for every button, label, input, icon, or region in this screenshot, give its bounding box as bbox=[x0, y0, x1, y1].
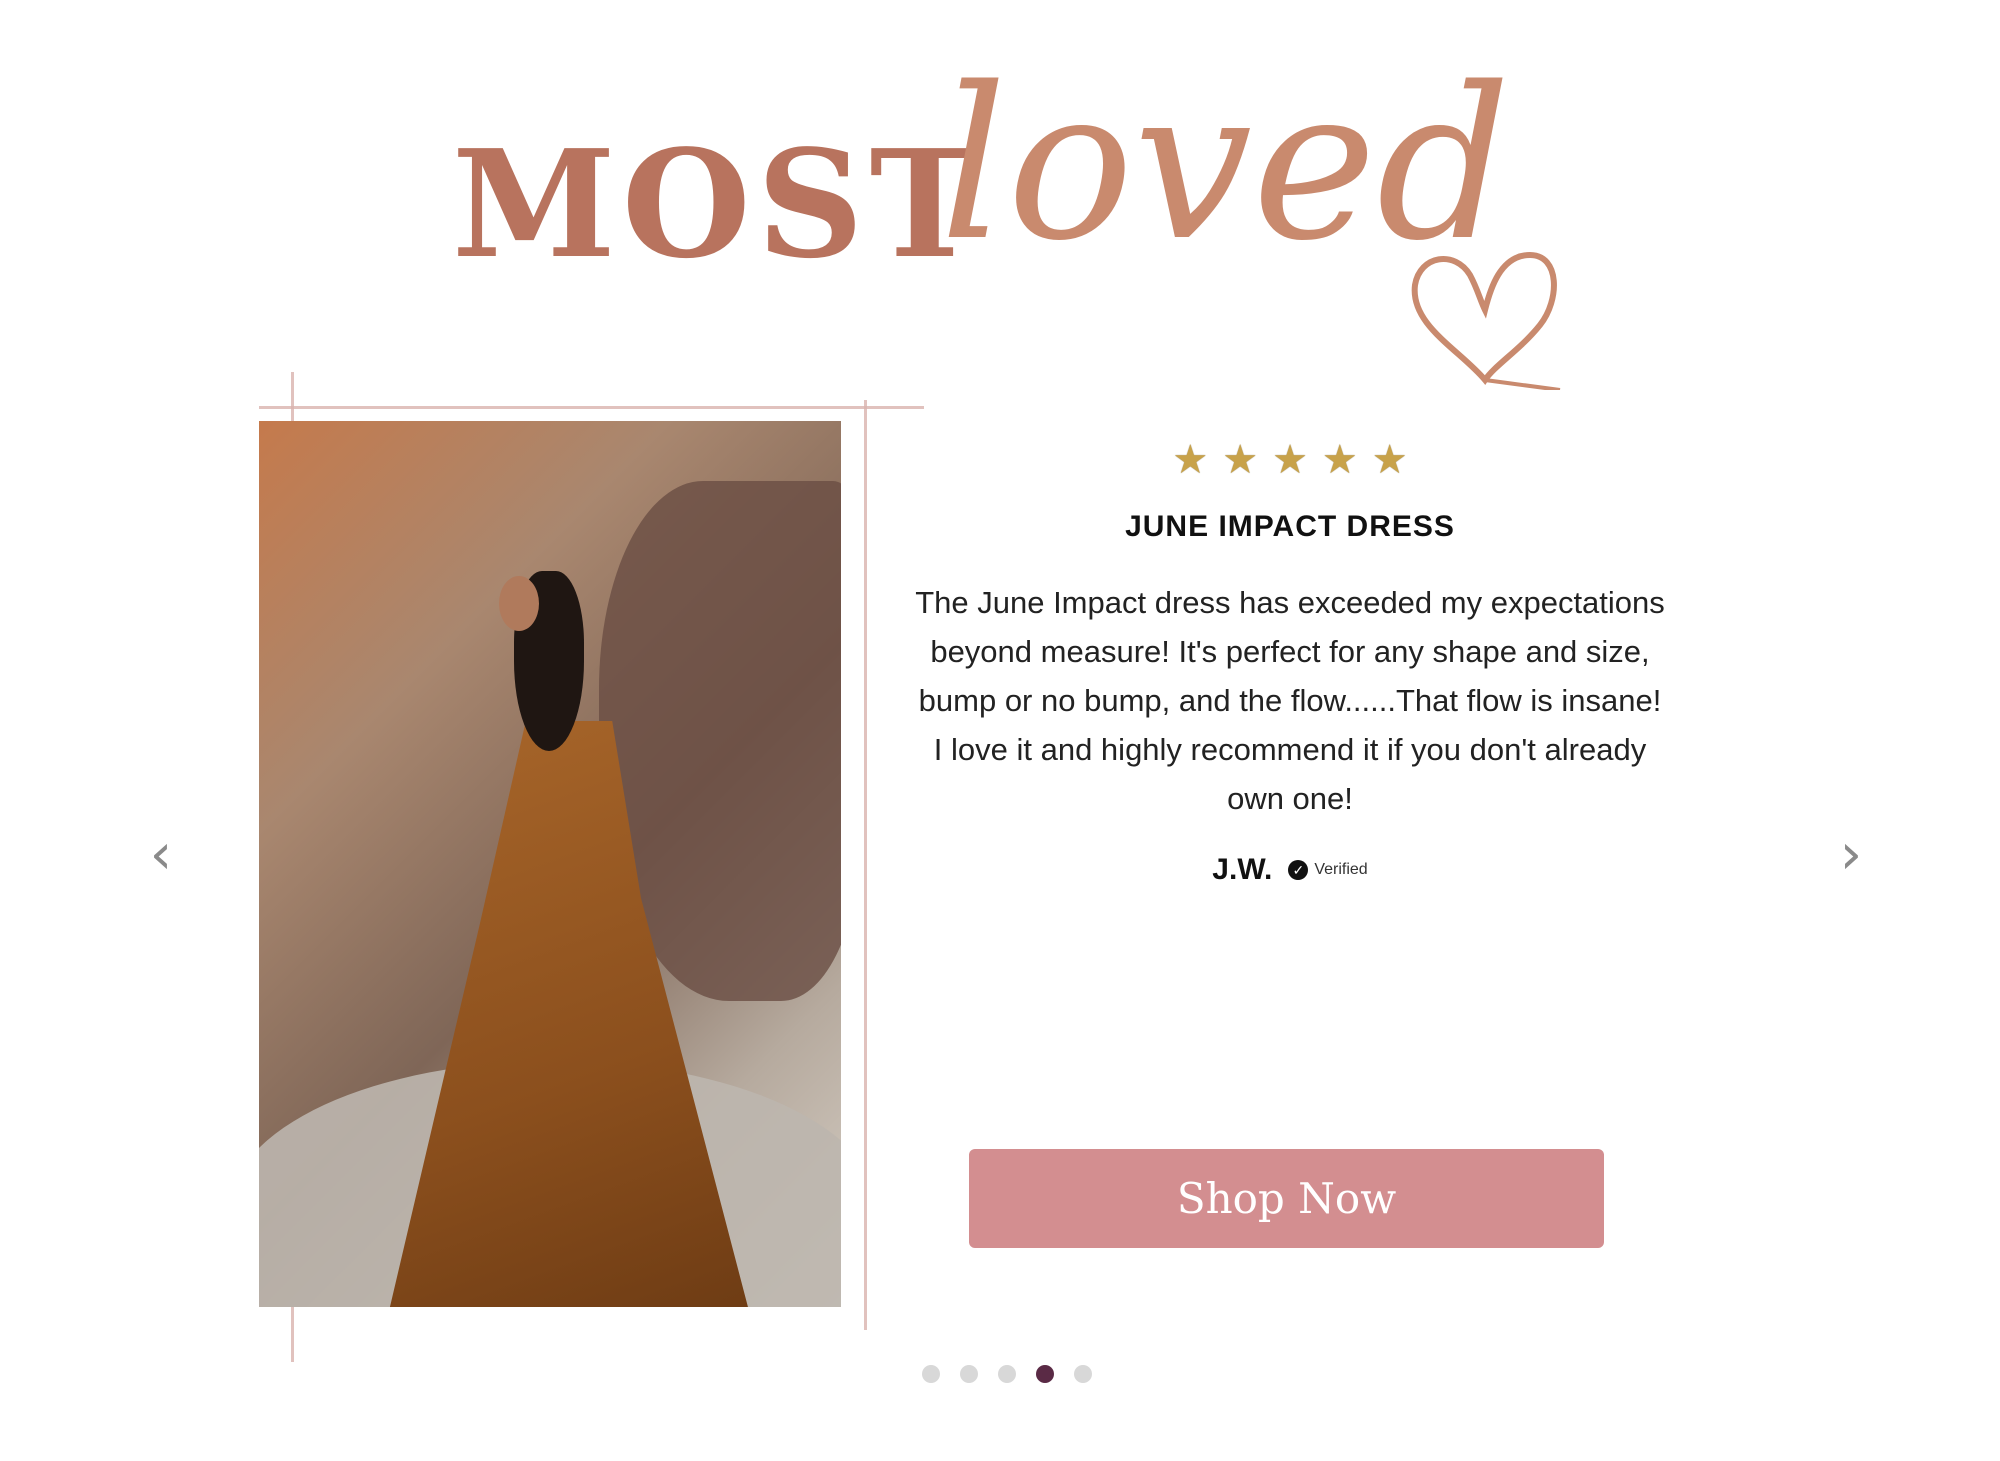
star-icon: ★ bbox=[1371, 437, 1408, 483]
carousel-dot[interactable] bbox=[922, 1365, 940, 1383]
heart-icon bbox=[1411, 251, 1561, 390]
star-icon: ★ bbox=[1172, 437, 1209, 483]
verified-label: Verified bbox=[1314, 861, 1368, 878]
most-loved-heading: MOST loved bbox=[440, 60, 1580, 400]
carousel-dot-active[interactable] bbox=[1036, 1365, 1054, 1383]
review-card: ★ ★ ★ ★ ★ JUNE IMPACT DRESS The June Imp… bbox=[900, 440, 1680, 887]
chevron-right-icon[interactable]: › bbox=[1831, 827, 1871, 883]
review-author: J.W. bbox=[1212, 853, 1273, 886]
chevron-left-icon[interactable]: ‹ bbox=[141, 827, 181, 883]
star-icon: ★ bbox=[1321, 437, 1358, 483]
review-author-row: J.W. ✓ Verified bbox=[900, 853, 1680, 887]
frame-line-right bbox=[864, 400, 867, 1330]
heading-most-text: MOST bbox=[452, 117, 986, 291]
shop-now-button[interactable]: Shop Now bbox=[969, 1149, 1604, 1248]
star-rating: ★ ★ ★ ★ ★ bbox=[900, 440, 1680, 480]
photo-head bbox=[499, 576, 539, 631]
carousel-dot[interactable] bbox=[998, 1365, 1016, 1383]
review-text: The June Impact dress has exceeded my ex… bbox=[915, 585, 1665, 816]
check-circle-icon: ✓ bbox=[1288, 860, 1309, 880]
frame-line-top bbox=[259, 406, 924, 409]
product-title: JUNE IMPACT DRESS bbox=[1125, 510, 1455, 543]
star-icon: ★ bbox=[1272, 437, 1308, 483]
carousel-dot[interactable] bbox=[1074, 1365, 1092, 1383]
product-photo bbox=[259, 421, 841, 1307]
verified-badge: ✓ Verified bbox=[1288, 860, 1368, 880]
carousel-dots bbox=[922, 1365, 1092, 1383]
star-icon: ★ bbox=[1222, 437, 1259, 483]
carousel-dot[interactable] bbox=[960, 1365, 978, 1383]
